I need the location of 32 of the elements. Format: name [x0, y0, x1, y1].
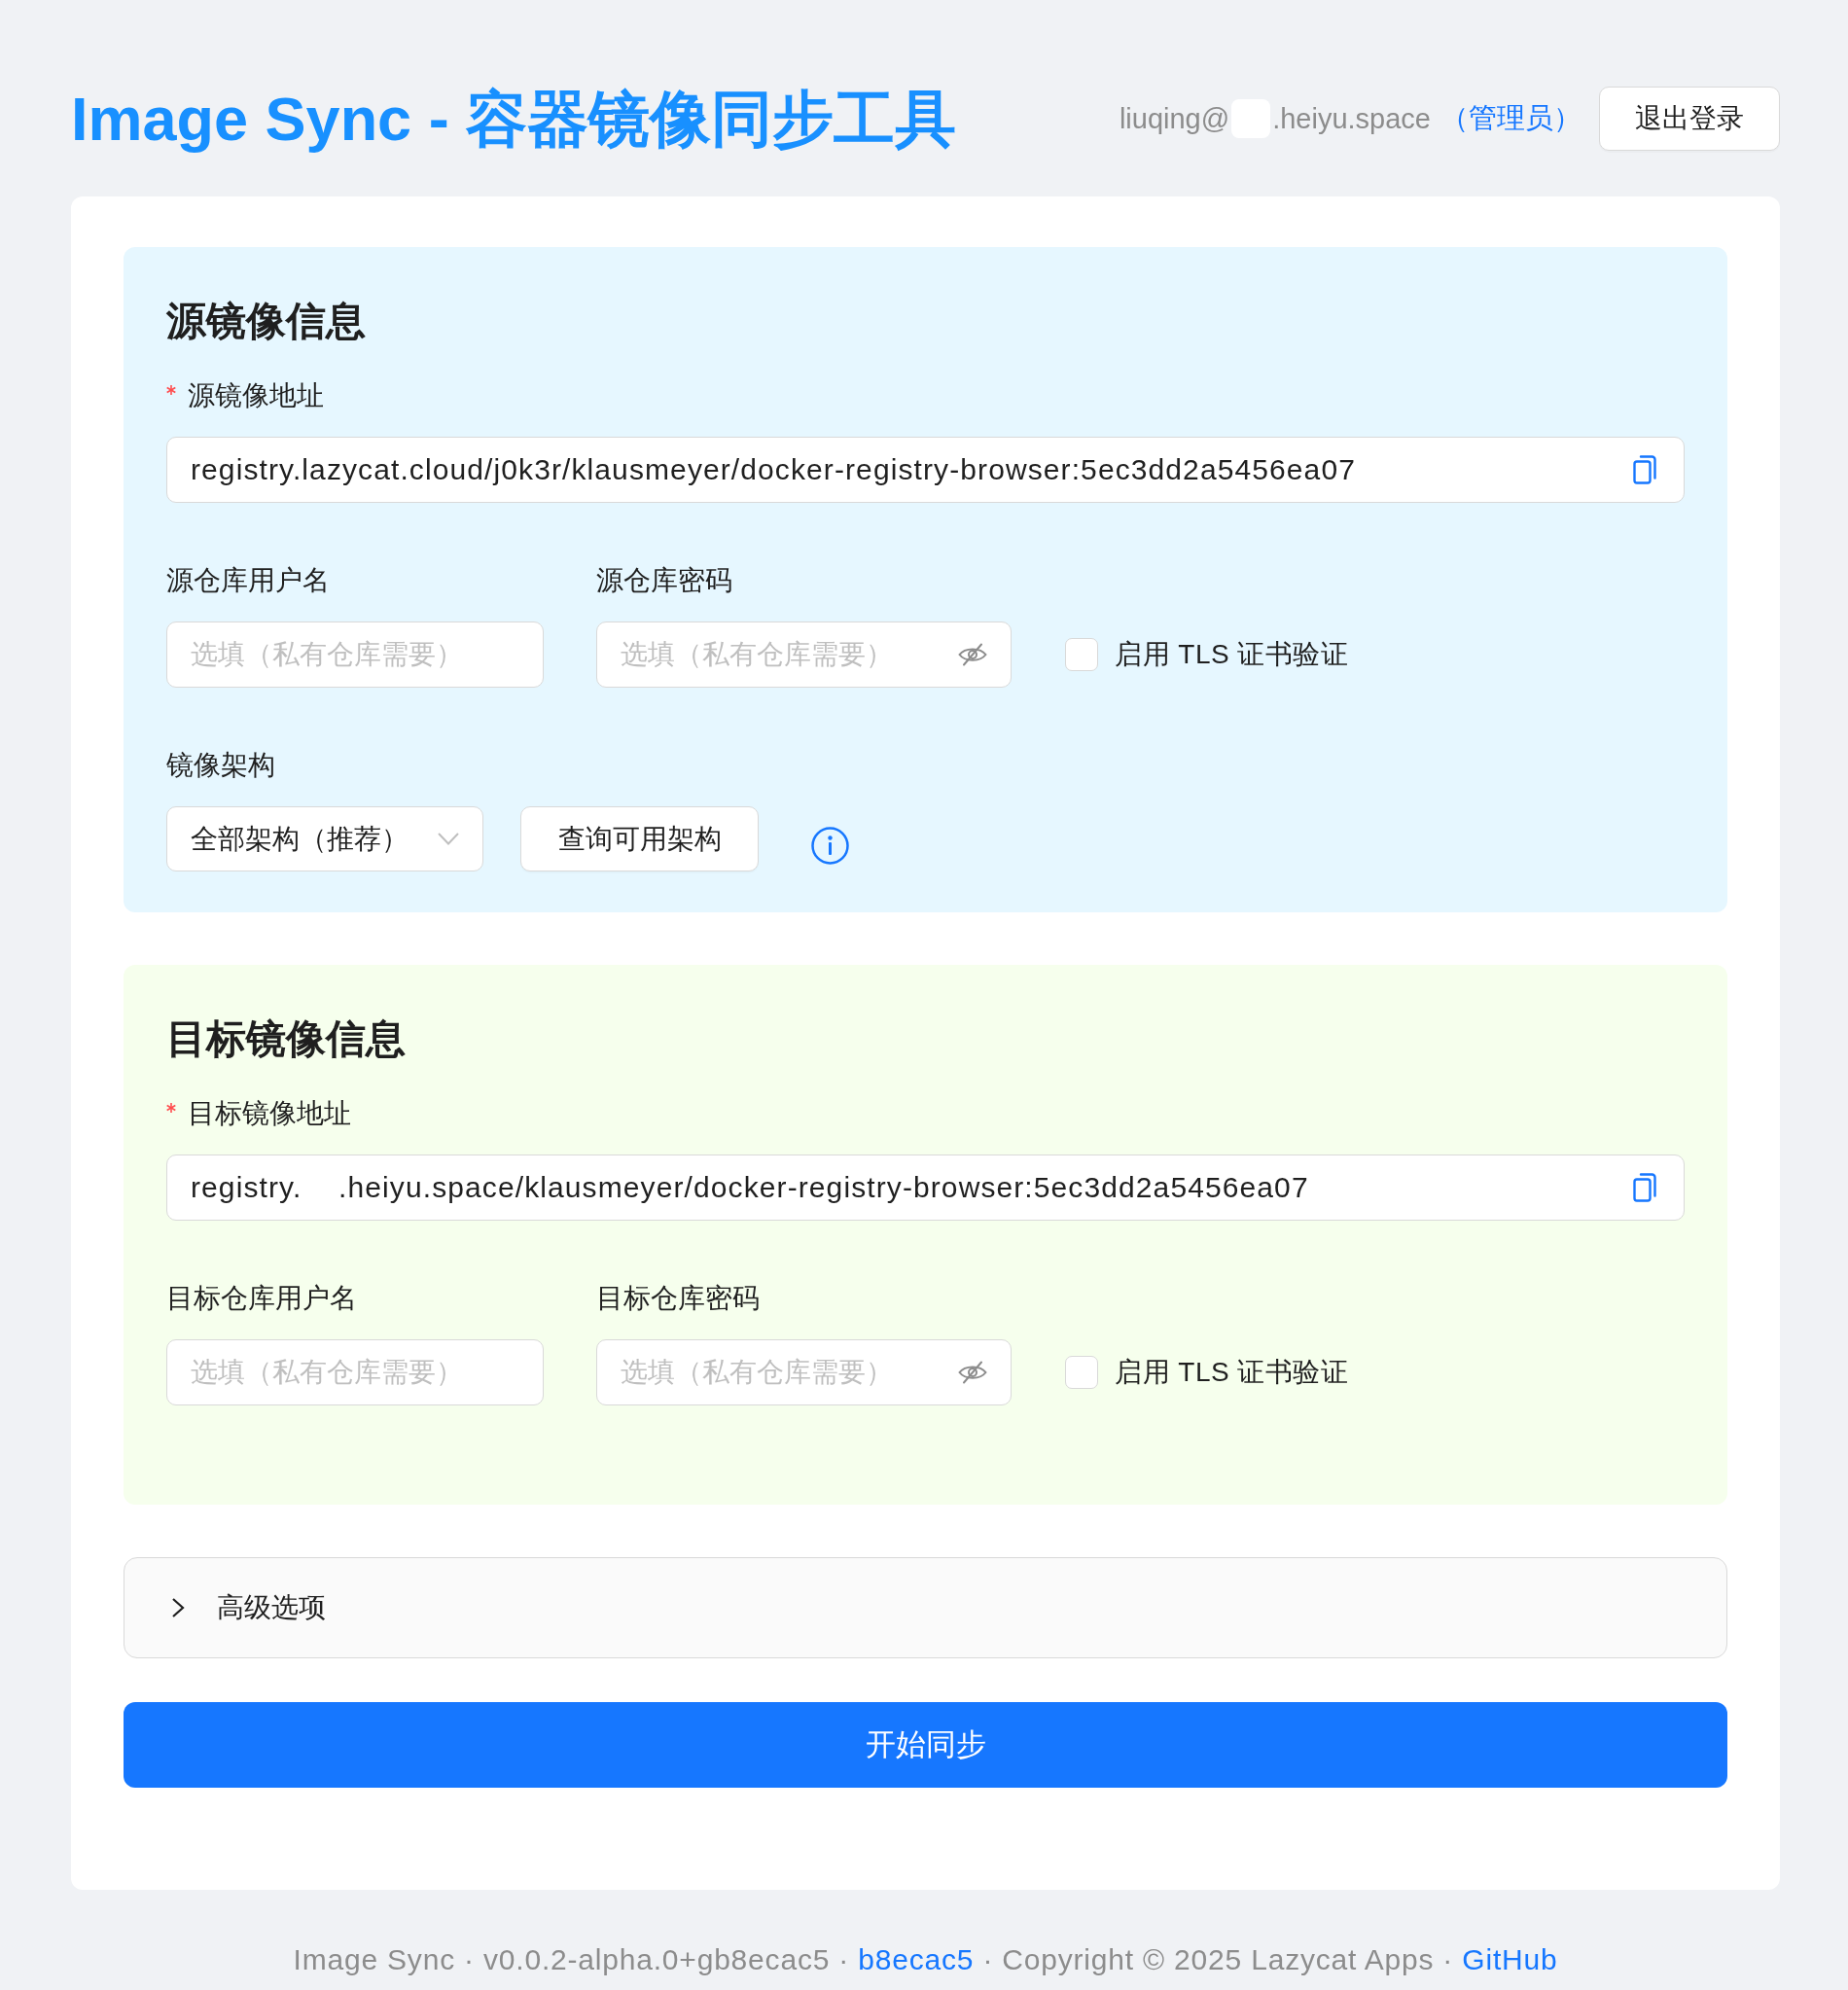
logout-button[interactable]: 退出登录	[1599, 87, 1780, 151]
field-label: 镜像架构	[166, 749, 275, 782]
field-label: 目标仓库密码	[596, 1282, 760, 1315]
info-icon[interactable]	[811, 827, 849, 865]
field-label: 源仓库用户名	[166, 564, 330, 597]
user-role-text: （管理员）	[1440, 101, 1581, 135]
field-label: 源仓库密码	[596, 564, 732, 597]
checkbox-label[interactable]: 启用 TLS 证书验证	[1115, 636, 1349, 673]
image-address-field[interactable]: registry.lazycat.cloud/j0k3r/klausmeyer/docker-registry-browser:5ec3dd2a5456ea07	[166, 437, 1685, 503]
checkbox[interactable]	[1065, 1356, 1098, 1389]
user-email-text: .heiyu.space	[1272, 102, 1431, 135]
eye-slash-icon[interactable]	[958, 1361, 987, 1384]
start-sync-button[interactable]: 开始同步	[124, 1702, 1727, 1788]
query-architectures-button[interactable]: 查询可用架构	[520, 806, 759, 871]
section-title: 源镜像信息	[166, 298, 367, 344]
field-label: 目标仓库用户名	[166, 1282, 357, 1315]
field-label: 源镜像地址	[188, 379, 324, 412]
footer-link[interactable]: b8ecac5	[858, 1943, 975, 1975]
footer-link[interactable]: GitHub	[1462, 1943, 1558, 1975]
copy-icon[interactable]	[1633, 455, 1656, 484]
checkbox-label[interactable]: 启用 TLS 证书验证	[1115, 1354, 1349, 1391]
architecture-select[interactable]: 全部架构（推荐）	[166, 806, 483, 871]
chevron-down-icon	[438, 833, 459, 845]
footer-text: Image Sync · v0.0.2-alpha.0+gb8ecac5 · b8ecac5 · Copyright © 2025 Lazycat Apps · GitHub	[292, 1942, 1559, 1977]
advanced-options-toggle[interactable]: 高级选项	[124, 1557, 1727, 1658]
user-email-text: liuqing@	[1119, 102, 1230, 135]
eye-slash-icon[interactable]	[958, 643, 987, 666]
field-label: 目标镜像地址	[188, 1097, 351, 1130]
image-address-field[interactable]: registry. .heiyu.space/klausmeyer/docker-registry-browser:5ec3dd2a5456ea07	[166, 1155, 1685, 1221]
section-title: 目标镜像信息	[166, 1015, 407, 1062]
checkbox[interactable]	[1065, 638, 1098, 671]
copy-icon[interactable]	[1633, 1173, 1656, 1202]
